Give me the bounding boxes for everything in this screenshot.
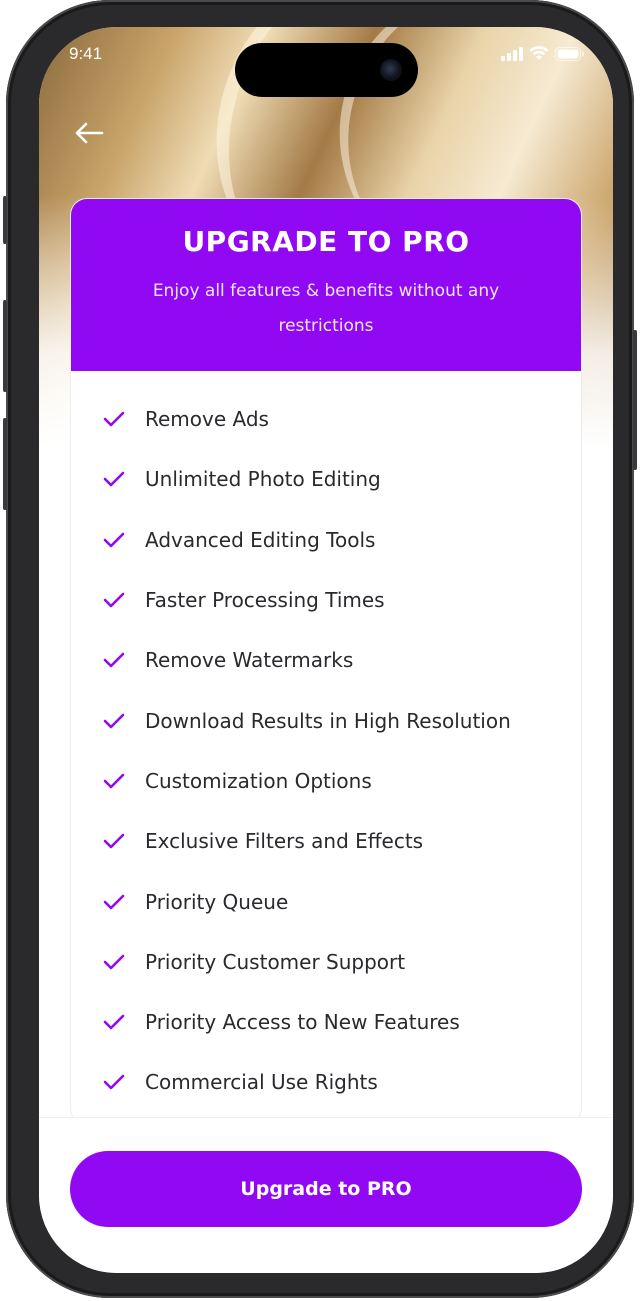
feature-label: Download Results in High Resolution bbox=[145, 708, 511, 733]
pro-plan-card: UPGRADE TO PRO Enjoy all features & bene… bbox=[71, 199, 581, 1124]
feature-label: Commercial Use Rights bbox=[145, 1070, 378, 1095]
status-icons bbox=[501, 46, 585, 65]
checkmark-icon bbox=[103, 589, 125, 611]
checkmark-icon bbox=[103, 468, 125, 490]
feature-list: Remove Ads Unlimited Photo Editing Advance… bbox=[71, 371, 581, 1113]
action-button bbox=[3, 196, 7, 244]
volume-up-button bbox=[3, 300, 7, 392]
feature-item: Customization Options bbox=[71, 751, 581, 811]
upgrade-button[interactable]: Upgrade to PRO bbox=[70, 1151, 582, 1227]
feature-item: Exclusive Filters and Effects bbox=[71, 811, 581, 871]
feature-item: Priority Access to New Features bbox=[71, 992, 581, 1052]
pro-plan-subtitle: Enjoy all features & benefits without an… bbox=[152, 281, 500, 336]
feature-item: Remove Watermarks bbox=[71, 630, 581, 690]
feature-item: Download Results in High Resolution bbox=[71, 690, 581, 750]
checkmark-icon bbox=[103, 408, 125, 430]
feature-label: Remove Watermarks bbox=[145, 648, 354, 673]
feature-label: Priority Queue bbox=[145, 889, 289, 914]
feature-item: Remove Ads bbox=[71, 389, 581, 449]
bottom-bar: Upgrade to PRO bbox=[39, 1117, 613, 1273]
feature-label: Unlimited Photo Editing bbox=[145, 467, 381, 492]
checkmark-icon bbox=[103, 1011, 125, 1033]
pro-plan-title: UPGRADE TO PRO bbox=[182, 225, 470, 258]
feature-label: Customization Options bbox=[145, 768, 372, 793]
phone-frame: 9:41 UPGRADE TO PRO Enjoy all features &… bbox=[3, 0, 637, 1298]
checkmark-icon bbox=[103, 649, 125, 671]
feature-label: Priority Access to New Features bbox=[145, 1010, 460, 1035]
feature-item: Priority Customer Support bbox=[71, 932, 581, 992]
dynamic-island bbox=[235, 43, 418, 97]
pro-plan-header: UPGRADE TO PRO Enjoy all features & bene… bbox=[71, 199, 581, 371]
wifi-icon bbox=[529, 46, 549, 65]
checkmark-icon bbox=[103, 891, 125, 913]
front-camera-icon bbox=[380, 59, 402, 81]
back-button[interactable] bbox=[69, 115, 109, 155]
checkmark-icon bbox=[103, 770, 125, 792]
feature-label: Remove Ads bbox=[145, 407, 269, 432]
checkmark-icon bbox=[103, 710, 125, 732]
feature-item: Faster Processing Times bbox=[71, 570, 581, 630]
battery-icon bbox=[555, 46, 585, 65]
cellular-signal-icon bbox=[501, 46, 523, 65]
checkmark-icon bbox=[103, 830, 125, 852]
arrow-left-icon bbox=[74, 122, 104, 148]
power-button bbox=[633, 330, 637, 470]
status-time: 9:41 bbox=[69, 44, 103, 63]
feature-label: Faster Processing Times bbox=[145, 588, 385, 613]
feature-item: Commercial Use Rights bbox=[71, 1052, 581, 1112]
checkmark-icon bbox=[103, 529, 125, 551]
feature-label: Exclusive Filters and Effects bbox=[145, 829, 424, 854]
feature-label: Advanced Editing Tools bbox=[145, 527, 376, 552]
feature-item: Advanced Editing Tools bbox=[71, 510, 581, 570]
feature-item: Unlimited Photo Editing bbox=[71, 449, 581, 509]
feature-label: Priority Customer Support bbox=[145, 949, 406, 974]
feature-item: Priority Queue bbox=[71, 871, 581, 931]
checkmark-icon bbox=[103, 951, 125, 973]
checkmark-icon bbox=[103, 1071, 125, 1093]
app-screen: 9:41 UPGRADE TO PRO Enjoy all features &… bbox=[39, 27, 613, 1273]
volume-down-button bbox=[3, 418, 7, 510]
